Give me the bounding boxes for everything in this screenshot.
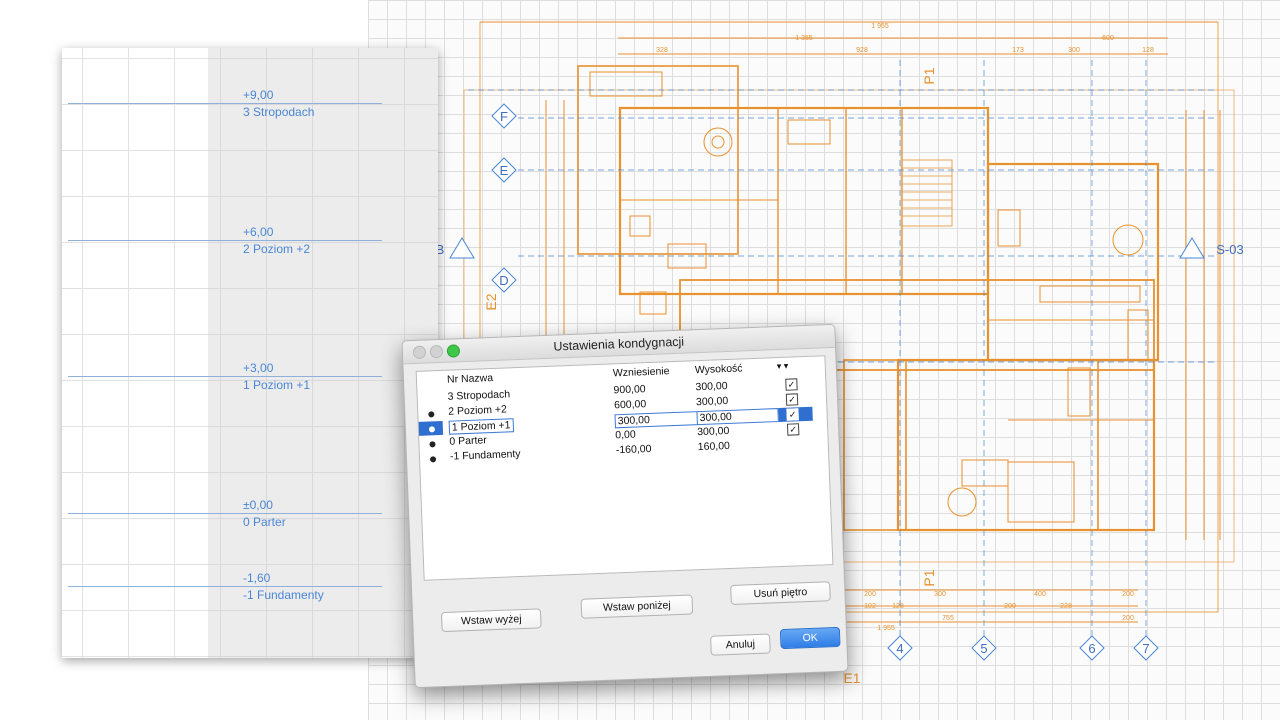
column-header-height[interactable]: Wysokość bbox=[695, 362, 743, 376]
row-elevation[interactable]: 0,00 bbox=[615, 426, 693, 442]
dim-top-3: 328 bbox=[656, 47, 668, 54]
ok-button[interactable]: OK bbox=[779, 626, 841, 650]
section-marker-e1: E1 bbox=[843, 670, 860, 686]
row-visible-checkbox[interactable]: ✓ bbox=[785, 378, 798, 391]
row-visible-checkbox[interactable]: ✓ bbox=[786, 408, 799, 421]
level-name: 0 Parter bbox=[243, 515, 286, 529]
level-marker-parter[interactable]: ±0,00 0 Parter bbox=[68, 498, 382, 550]
section-marker-s03: S-03 bbox=[1216, 242, 1243, 257]
dim-top-6: 300 bbox=[1068, 47, 1080, 54]
insert-below-button[interactable]: Wstaw poniżej bbox=[580, 594, 694, 619]
row-height[interactable]: 300,00 bbox=[696, 393, 772, 408]
section-view-sheet[interactable]: +9,00 3 Stropodach +6,00 2 Poziom +2 +3,… bbox=[62, 48, 438, 658]
level-marker-poziom-1[interactable]: +3,00 1 Poziom +1 bbox=[68, 361, 382, 413]
dim-top-0: 1 955 bbox=[871, 23, 889, 30]
dim-bottom-10: 1 955 bbox=[877, 625, 895, 632]
row-bullet-icon bbox=[429, 441, 436, 448]
row-name: 2 Poziom +2 bbox=[448, 403, 508, 418]
column-header-nr-name[interactable]: Nr Nazwa bbox=[447, 372, 494, 386]
axis-label-5: 5 bbox=[980, 641, 987, 656]
dialog-title: Ustawienia kondygnacji bbox=[553, 334, 685, 354]
dim-top-1: 1 355 bbox=[795, 35, 813, 42]
dim-bottom-6: 200 bbox=[1004, 603, 1016, 610]
insert-above-button[interactable]: Wstaw wyżej bbox=[440, 608, 542, 633]
level-marker-fundamenty[interactable]: -1,60 -1 Fundamenty bbox=[68, 571, 382, 623]
row-height[interactable]: 300,00 bbox=[695, 378, 771, 393]
level-name: 2 Poziom +2 bbox=[243, 242, 311, 256]
level-name: -1 Fundamenty bbox=[243, 588, 324, 602]
story-settings-dialog: Ustawienia kondygnacji Nr Nazwa Wzniesie… bbox=[401, 323, 849, 689]
minimize-window-icon[interactable] bbox=[429, 344, 444, 359]
section-marker-p1-bottom: P1 bbox=[921, 569, 937, 586]
row-name-input[interactable]: 1 Poziom +1 bbox=[448, 418, 514, 435]
level-elevation: +9,00 bbox=[243, 88, 274, 102]
row-height[interactable]: 160,00 bbox=[698, 438, 774, 453]
dim-bottom-5: 128 bbox=[892, 603, 904, 610]
dim-bottom-7: 228 bbox=[1060, 603, 1072, 610]
zoom-window-icon[interactable] bbox=[446, 344, 461, 358]
row-visible-checkbox[interactable]: ✓ bbox=[785, 393, 799, 406]
row-bullet-icon bbox=[428, 411, 435, 418]
dim-bottom-4: 102 bbox=[864, 603, 876, 610]
axis-label-6: 6 bbox=[1088, 641, 1095, 656]
axis-label-4: 4 bbox=[896, 641, 903, 656]
level-line bbox=[68, 103, 382, 104]
axis-label-7: 7 bbox=[1142, 641, 1149, 656]
axis-label-e: E bbox=[500, 163, 509, 178]
close-window-icon[interactable] bbox=[412, 345, 427, 360]
dim-top-4: 928 bbox=[856, 47, 868, 54]
row-height[interactable]: 300,00 bbox=[697, 423, 773, 438]
dim-bottom-0: 200 bbox=[864, 591, 876, 598]
dim-bottom-3: 200 bbox=[1122, 591, 1134, 598]
delete-floor-button[interactable]: Usuń piętro bbox=[730, 581, 831, 606]
dim-bottom-1: 300 bbox=[934, 591, 946, 598]
level-line bbox=[68, 513, 382, 514]
level-line bbox=[68, 240, 382, 241]
row-elevation[interactable]: 900,00 bbox=[613, 381, 691, 396]
level-marker-poziom-2[interactable]: +6,00 2 Poziom +2 bbox=[68, 225, 382, 277]
level-name: 1 Poziom +1 bbox=[243, 378, 311, 392]
level-elevation: +6,00 bbox=[243, 225, 274, 239]
level-elevation: ±0,00 bbox=[243, 498, 273, 512]
dim-bottom-2: 400 bbox=[1034, 591, 1046, 598]
level-line bbox=[68, 586, 382, 587]
dim-top-5: 173 bbox=[1012, 47, 1024, 54]
axis-label-d: D bbox=[499, 273, 508, 288]
level-name: 3 Stropodach bbox=[243, 105, 315, 119]
stories-table[interactable]: Nr Nazwa Wzniesienie Wysokość ▾ ▾ 3 Stro… bbox=[415, 355, 834, 581]
cancel-button[interactable]: Anuluj bbox=[710, 633, 771, 656]
row-elevation[interactable]: 600,00 bbox=[614, 396, 692, 411]
row-name: 0 Parter bbox=[449, 434, 487, 448]
dim-bottom-8: 755 bbox=[942, 615, 954, 622]
level-elevation: -1,60 bbox=[243, 571, 271, 585]
dim-top-7: 128 bbox=[1142, 47, 1154, 54]
row-bullet-icon bbox=[429, 456, 437, 463]
level-marker-stropodach[interactable]: +9,00 3 Stropodach bbox=[68, 88, 382, 140]
level-elevation: +3,00 bbox=[243, 361, 274, 375]
section-marker-p1-top: P1 bbox=[921, 67, 937, 84]
axis-label-f: F bbox=[500, 109, 508, 124]
row-visible-checkbox[interactable]: ✓ bbox=[786, 423, 800, 436]
level-line bbox=[68, 376, 382, 377]
section-marker-e2: E2 bbox=[483, 293, 499, 310]
row-name: -1 Fundamenty bbox=[449, 447, 521, 463]
column-header-elevation[interactable]: Wzniesienie bbox=[613, 365, 670, 379]
row-name: 3 Stropodach bbox=[447, 388, 511, 403]
row-elevation[interactable]: -160,00 bbox=[616, 441, 694, 456]
dim-top-2: 600 bbox=[1102, 35, 1114, 42]
column-header-show-icon[interactable]: ▾ ▾ bbox=[777, 361, 789, 372]
dim-bottom-9: 200 bbox=[1122, 615, 1134, 622]
